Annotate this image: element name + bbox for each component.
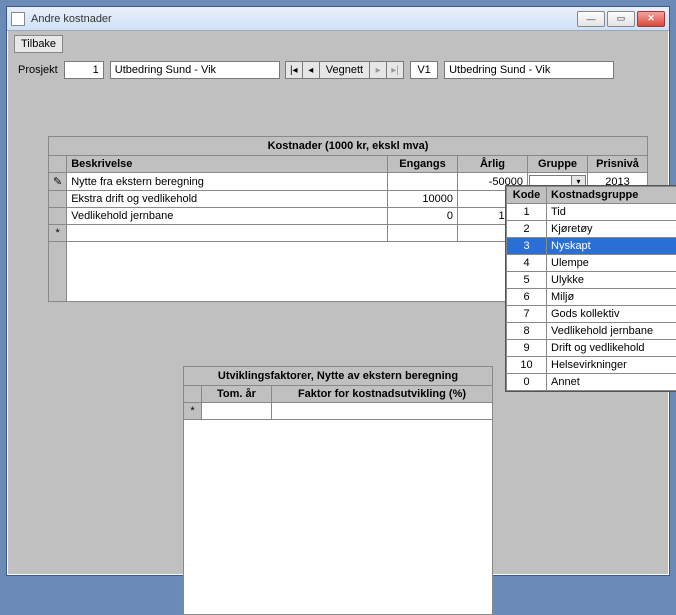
new-row-marker: * [49,225,67,242]
list-item[interactable]: 1Tid [507,204,676,221]
nav-next-button[interactable]: ▸ [369,61,387,79]
list-item[interactable]: 4Ulempe [507,255,676,272]
project-label: Prosjekt [18,64,58,76]
col-prisniva[interactable]: Prisnivå [588,156,648,173]
maximize-button[interactable]: ▭ [607,11,635,27]
dev-empty-area [183,420,493,615]
project-row: Prosjekt 1 Utbedring Sund - Vik |◂ ◂ Veg… [8,57,668,83]
cell-beskrivelse[interactable]: Nytte fra ekstern beregning [67,173,388,191]
row-indicator-editing-icon: ✎ [49,173,67,191]
table-new-row[interactable]: * [184,403,493,420]
col-arlig[interactable]: Årlig [458,156,528,173]
vegnett-name-field[interactable]: Utbedring Sund - Vik [444,61,614,79]
nav-first-button[interactable]: |◂ [285,61,303,79]
dev-title: Utviklingsfaktorer, Nytte av ekstern ber… [183,366,493,385]
cell-beskrivelse[interactable]: Vedlikehold jernbane [67,208,388,225]
col-engangs[interactable]: Engangs [388,156,458,173]
vegnett-code-field[interactable]: V1 [410,61,438,79]
close-button[interactable]: ✕ [637,11,665,27]
dev-table[interactable]: Tom. år Faktor for kostnadsutvikling (%)… [183,385,493,420]
gruppe-dropdown-list[interactable]: Kode Kostnadsgruppe 1Tid 2Kjøretøy 3Nysk… [505,185,676,392]
toolbar: Tilbake [8,31,668,57]
costs-header-row: Beskrivelse Engangs Årlig Gruppe Prisniv… [49,156,648,173]
project-number-field[interactable]: 1 [64,61,104,79]
col-beskrivelse[interactable]: Beskrivelse [67,156,388,173]
costs-title: Kostnader (1000 kr, ekskl mva) [48,136,648,155]
back-button[interactable]: Tilbake [14,35,63,53]
list-item-selected[interactable]: 3Nyskapt [507,238,676,255]
nav-group: |◂ ◂ Vegnett ▸ ▸| [286,61,404,79]
cell-engangs[interactable] [388,173,458,191]
app-icon [11,12,25,26]
dropdown-header: Kode Kostnadsgruppe [507,187,676,204]
list-item[interactable]: 10Helsevirkninger [507,357,676,374]
new-row-marker: * [184,403,202,420]
vegnett-button[interactable]: Vegnett [319,61,370,79]
col-tomar[interactable]: Tom. år [202,386,272,403]
cell-engangs[interactable]: 0 [388,208,458,225]
cell-engangs[interactable]: 10000 [388,191,458,208]
col-faktor[interactable]: Faktor for kostnadsutvikling (%) [272,386,493,403]
project-name-field[interactable]: Utbedring Sund - Vik [110,61,280,79]
cell-faktor[interactable] [272,403,493,420]
list-item[interactable]: 8Vedlikehold jernbane [507,323,676,340]
nav-last-button[interactable]: ▸| [386,61,404,79]
list-item[interactable]: 0Annet [507,374,676,391]
dev-panel: Utviklingsfaktorer, Nytte av ekstern ber… [183,366,493,615]
minimize-button[interactable]: — [577,11,605,27]
cell-beskrivelse[interactable]: Ekstra drift og vedlikehold [67,191,388,208]
cell-tomar[interactable] [202,403,272,420]
col-kostnadsgruppe: Kostnadsgruppe [547,187,676,204]
col-gruppe[interactable]: Gruppe [528,156,588,173]
list-item[interactable]: 2Kjøretøy [507,221,676,238]
nav-prev-button[interactable]: ◂ [302,61,320,79]
window-title: Andre kostnader [31,13,112,25]
titlebar[interactable]: Andre kostnader — ▭ ✕ [7,7,669,31]
list-item[interactable]: 5Ulykke [507,272,676,289]
dev-header-row: Tom. år Faktor for kostnadsutvikling (%) [184,386,493,403]
col-kode: Kode [507,187,547,204]
client-area: Tilbake Prosjekt 1 Utbedring Sund - Vik … [8,31,668,574]
list-item[interactable]: 6Miljø [507,289,676,306]
list-item[interactable]: 7Gods kollektiv [507,306,676,323]
list-item[interactable]: 9Drift og vedlikehold [507,340,676,357]
window-frame: Andre kostnader — ▭ ✕ Tilbake Prosjekt 1… [6,6,670,576]
